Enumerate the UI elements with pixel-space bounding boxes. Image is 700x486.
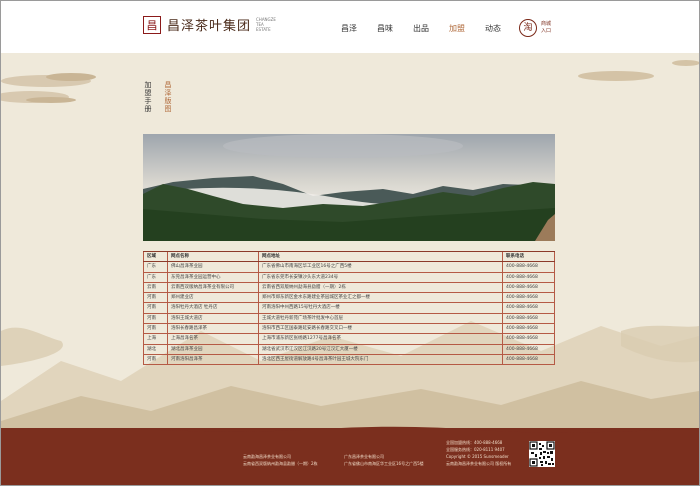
cell-region: 河南 (143, 303, 168, 313)
sidebar-link-store-map[interactable]: 昌泽版图 (164, 81, 172, 113)
cell-region: 云南 (143, 282, 168, 293)
site-header: 昌 昌泽茶叶集团 CHANGZE TEA ESTATE 昌泽 昌味 出品 加盟 … (1, 1, 699, 53)
cell-phone: 400-888-4668 (503, 303, 555, 313)
table-row: 河南 洛阳牡丹大酒店 牡丹店 河南洛阳中州西路15号牡丹大酒店一楼 400-88… (143, 303, 555, 314)
cell-address: 洛阳市西工区国泰路延安路长春路交叉口一楼 (259, 324, 503, 334)
cell-address: 广东省佛山市南海区华工业区16号之广西5楼 (259, 262, 503, 272)
table-row: 云南 云南西双版纳昌泽茶业有限公司 云南省西双版纳州勐海县勐腊（一期）2栋 40… (143, 282, 555, 294)
cell-store-name: 东莞昌泽茶业园运营中心 (168, 272, 259, 282)
table-header-row: 区域 网点名称 网点地址 联系电话 (143, 251, 555, 263)
nav-item-changze[interactable]: 昌泽 (331, 23, 367, 34)
cell-store-name: 郑州建业店 (168, 293, 259, 303)
cell-phone: 400-888-4668 (503, 262, 555, 272)
header-phone: 联系电话 (503, 252, 555, 262)
cell-region: 河南 (143, 324, 168, 334)
cell-address: 洛北区西王屋街道解放路4号昌泽茶叶园王城大院东门 (259, 354, 503, 365)
cell-store-name: 洛阳长春路昌泽茶 (168, 324, 259, 334)
cell-region: 湖北 (143, 344, 168, 354)
store-table: 区域 网点名称 网点地址 联系电话 广东 佛山昌泽茶业园 广东省佛山市南海区华工… (143, 251, 555, 366)
footer-brush-edge (1, 426, 699, 434)
footer-rights: 云南勐海昌泽茶业有限公司 版权所有 (446, 461, 512, 466)
nav-item-products[interactable]: 出品 (403, 23, 439, 34)
background-landscape (1, 60, 699, 428)
cell-region: 广东 (143, 262, 168, 272)
table-row: 河南 洛阳长春路昌泽茶 洛阳市西工区国泰路延安路长春路交叉口一楼 400-888… (143, 324, 555, 335)
logo-seal-icon: 昌 (143, 15, 161, 34)
cell-store-name: 河南洛阳昌泽茶 (168, 354, 259, 365)
page-frame: 昌 昌泽茶叶集团 CHANGZE TEA ESTATE 昌泽 昌味 出品 加盟 … (0, 0, 700, 486)
footer-copyright: Copyright © 2015 Sunsmeader (446, 454, 509, 459)
cell-store-name: 洛阳王城大道店 (168, 313, 259, 324)
nav-item-changwei[interactable]: 昌味 (367, 23, 403, 34)
mall-entry-link[interactable]: 淘 商城入口 (519, 19, 555, 37)
footer-company2-address: 广东省佛山市南海区华工业区16号之广西5楼 (344, 461, 424, 466)
footer-hotline-service: 全国服务热线：020-8111 9407 (446, 447, 505, 452)
logo-name: 昌泽茶叶集团 (167, 19, 252, 34)
cell-address: 湖北省武汉市江汉区江汉路20号江汉汇大厦一楼 (259, 344, 503, 354)
cloud-right-1 (578, 71, 654, 81)
logo-english: CHANGZE TEA ESTATE (256, 17, 276, 32)
cell-region: 河南 (143, 313, 168, 324)
site-logo[interactable]: 昌 昌泽茶叶集团 CHANGZE TEA ESTATE (143, 15, 278, 34)
mountains-side-left (1, 327, 63, 366)
cell-phone: 400-888-4668 (503, 354, 555, 365)
cell-phone: 400-888-4668 (503, 324, 555, 334)
cell-address: 王城大道牡丹新苑广场茶叶批发中心首层 (259, 313, 503, 324)
cell-phone: 400-888-4668 (503, 282, 555, 293)
table-row: 河南 河南洛阳昌泽茶 洛北区西王屋街道解放路4号昌泽茶叶园王城大院东门 400-… (143, 354, 555, 366)
main-nav: 昌泽 昌味 出品 加盟 动态 (331, 23, 511, 34)
table-row: 广东 佛山昌泽茶业园 广东省佛山市南海区华工业区16号之广西5楼 400-888… (143, 262, 555, 273)
footer-company2-name: 广东昌泽茶业有限公司 (344, 454, 384, 459)
cell-region: 河南 (143, 293, 168, 303)
cell-region: 上海 (143, 334, 168, 344)
table-row: 广东 东莞昌泽茶业园运营中心 广东省东莞市长安镇沙头东大道234号 400-88… (143, 272, 555, 283)
table-row: 河南 洛阳王城大道店 王城大道牡丹新苑广场茶叶批发中心首层 400-888-46… (143, 313, 555, 325)
header-store-address: 网点地址 (259, 252, 503, 262)
cell-address: 河南洛阳中州西路15号牡丹大酒店一楼 (259, 303, 503, 313)
cell-store-name: 洛阳牡丹大酒店 牡丹店 (168, 303, 259, 313)
cloud-left-2 (46, 73, 96, 81)
table-row: 上海 上海昌泽名茶 上海市浦东新区张杨路1277号昌泽名茶 400-888-46… (143, 334, 555, 345)
cell-phone: 400-888-4668 (503, 344, 555, 354)
cell-address: 郑州市郑东新区金水东路建业茶园城区茶业汇之都一楼 (259, 293, 503, 303)
cell-store-name: 佛山昌泽茶业园 (168, 262, 259, 272)
cell-store-name: 湖北昌泽茶业园 (168, 344, 259, 354)
nav-item-news[interactable]: 动态 (475, 23, 511, 34)
cell-phone: 400-888-4668 (503, 272, 555, 282)
landscape-photo (143, 134, 555, 241)
cloud-left-4 (26, 97, 76, 103)
cell-address: 云南省西双版纳州勐海县勐腊（一期）2栋 (259, 282, 503, 293)
footer-hotline-franchise: 全国加盟热线：400-888-4668 (446, 440, 503, 445)
cell-store-name: 上海昌泽名茶 (168, 334, 259, 344)
footer-company1-name: 云南勐海昌泽茶业有限公司 (243, 454, 291, 459)
cell-address: 上海市浦东新区张杨路1277号昌泽名茶 (259, 334, 503, 344)
mall-entry-label: 商城入口 (541, 21, 552, 34)
taobao-icon: 淘 (519, 19, 537, 37)
header-region: 区域 (143, 252, 168, 262)
cell-phone: 400-888-4668 (503, 293, 555, 303)
cell-address: 广东省东莞市长安镇沙头东大道234号 (259, 272, 503, 282)
table-row: 湖北 湖北昌泽茶业园 湖北省武汉市江汉区江汉路20号江汉汇大厦一楼 400-88… (143, 344, 555, 355)
cell-phone: 400-888-4668 (503, 334, 555, 344)
header-store-name: 网点名称 (168, 252, 259, 262)
cell-region: 河南 (143, 354, 168, 365)
cell-region: 广东 (143, 272, 168, 282)
cloud-right-2 (672, 60, 699, 66)
cell-store-name: 云南西双版纳昌泽茶业有限公司 (168, 282, 259, 293)
nav-item-franchise[interactable]: 加盟 (439, 23, 475, 34)
cell-phone: 400-888-4668 (503, 313, 555, 324)
qr-code-icon (529, 441, 555, 467)
sidebar-link-franchise-manual[interactable]: 加盟手册 (144, 81, 152, 113)
table-row: 河南 郑州建业店 郑州市郑东新区金水东路建业茶园城区茶业汇之都一楼 400-88… (143, 293, 555, 304)
footer-company1-address: 云南省西双版纳州勐海县勐腊（一期）2栋 (243, 461, 318, 466)
